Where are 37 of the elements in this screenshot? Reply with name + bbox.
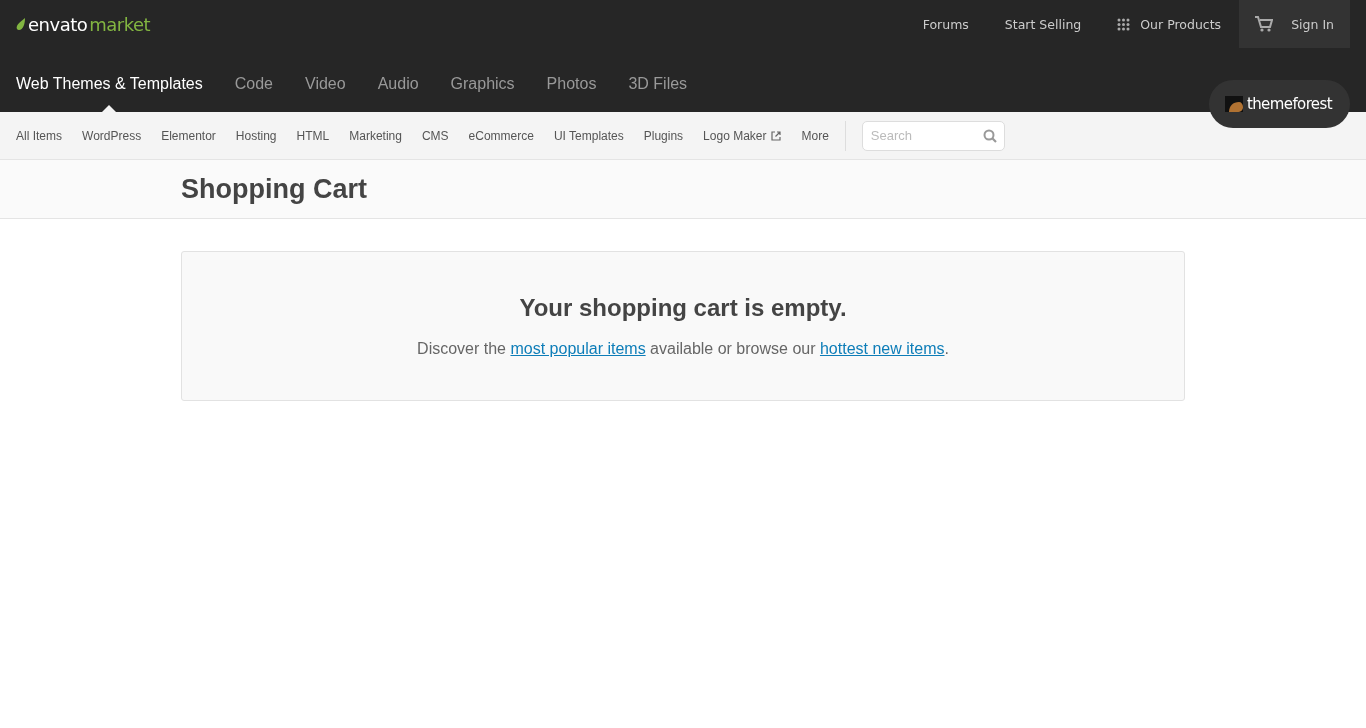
subnav-link[interactable]: Plugins [643, 128, 684, 143]
nav-link[interactable]: Start Selling [986, 0, 1100, 48]
nav-link[interactable]: Forums [904, 0, 987, 48]
sign-in-button[interactable]: Sign In [1239, 0, 1350, 48]
category-tab[interactable]: Web Themes & Templates [16, 56, 203, 112]
empty-cart-message: Discover the most popular items available or browse our hottest new items. [417, 340, 949, 358]
our-products-link[interactable]: Our Products [1099, 0, 1240, 48]
category-tab[interactable]: Photos [546, 56, 597, 112]
themeforest-badge[interactable]: themeforest [1208, 80, 1350, 128]
subnav-link[interactable]: More [801, 128, 829, 143]
subnav-link[interactable]: Elementor [161, 128, 216, 143]
cart-icon [1255, 16, 1274, 32]
text-link[interactable]: most popular items [510, 340, 646, 357]
category-tab[interactable]: Video [305, 56, 346, 112]
subnav-link[interactable]: All Items [16, 128, 62, 143]
page-title: Shopping Cart [181, 173, 367, 205]
search-icon [982, 128, 997, 143]
leaf-logo-icon [1224, 96, 1245, 112]
search-field[interactable]: Search [861, 120, 1005, 151]
category-tab[interactable]: Code [234, 56, 273, 112]
subnav-link[interactable]: HTML [296, 128, 330, 143]
empty-cart-heading: Your shopping cart is empty. [519, 294, 847, 322]
leaf-icon [16, 18, 26, 30]
category-tab[interactable]: 3D Files [628, 56, 688, 112]
subnav-link[interactable]: Logo Maker [703, 128, 782, 143]
grid-icon [1117, 17, 1131, 31]
subnav-link[interactable]: WordPress [82, 128, 142, 143]
subnav-link[interactable]: CMS [421, 128, 449, 143]
subnav-link[interactable]: UI Templates [553, 128, 624, 143]
category-tab[interactable]: Graphics [450, 56, 515, 112]
subnav-link[interactable]: Marketing [349, 128, 402, 143]
envato-market-logo[interactable]: envato market [16, 0, 151, 48]
category-tab[interactable]: Audio [377, 56, 419, 112]
subnav-link[interactable]: Hosting [235, 128, 277, 143]
subnav-link[interactable]: eCommerce [468, 128, 534, 143]
external-link-icon [771, 130, 782, 141]
text-link[interactable]: hottest new items [819, 340, 945, 357]
